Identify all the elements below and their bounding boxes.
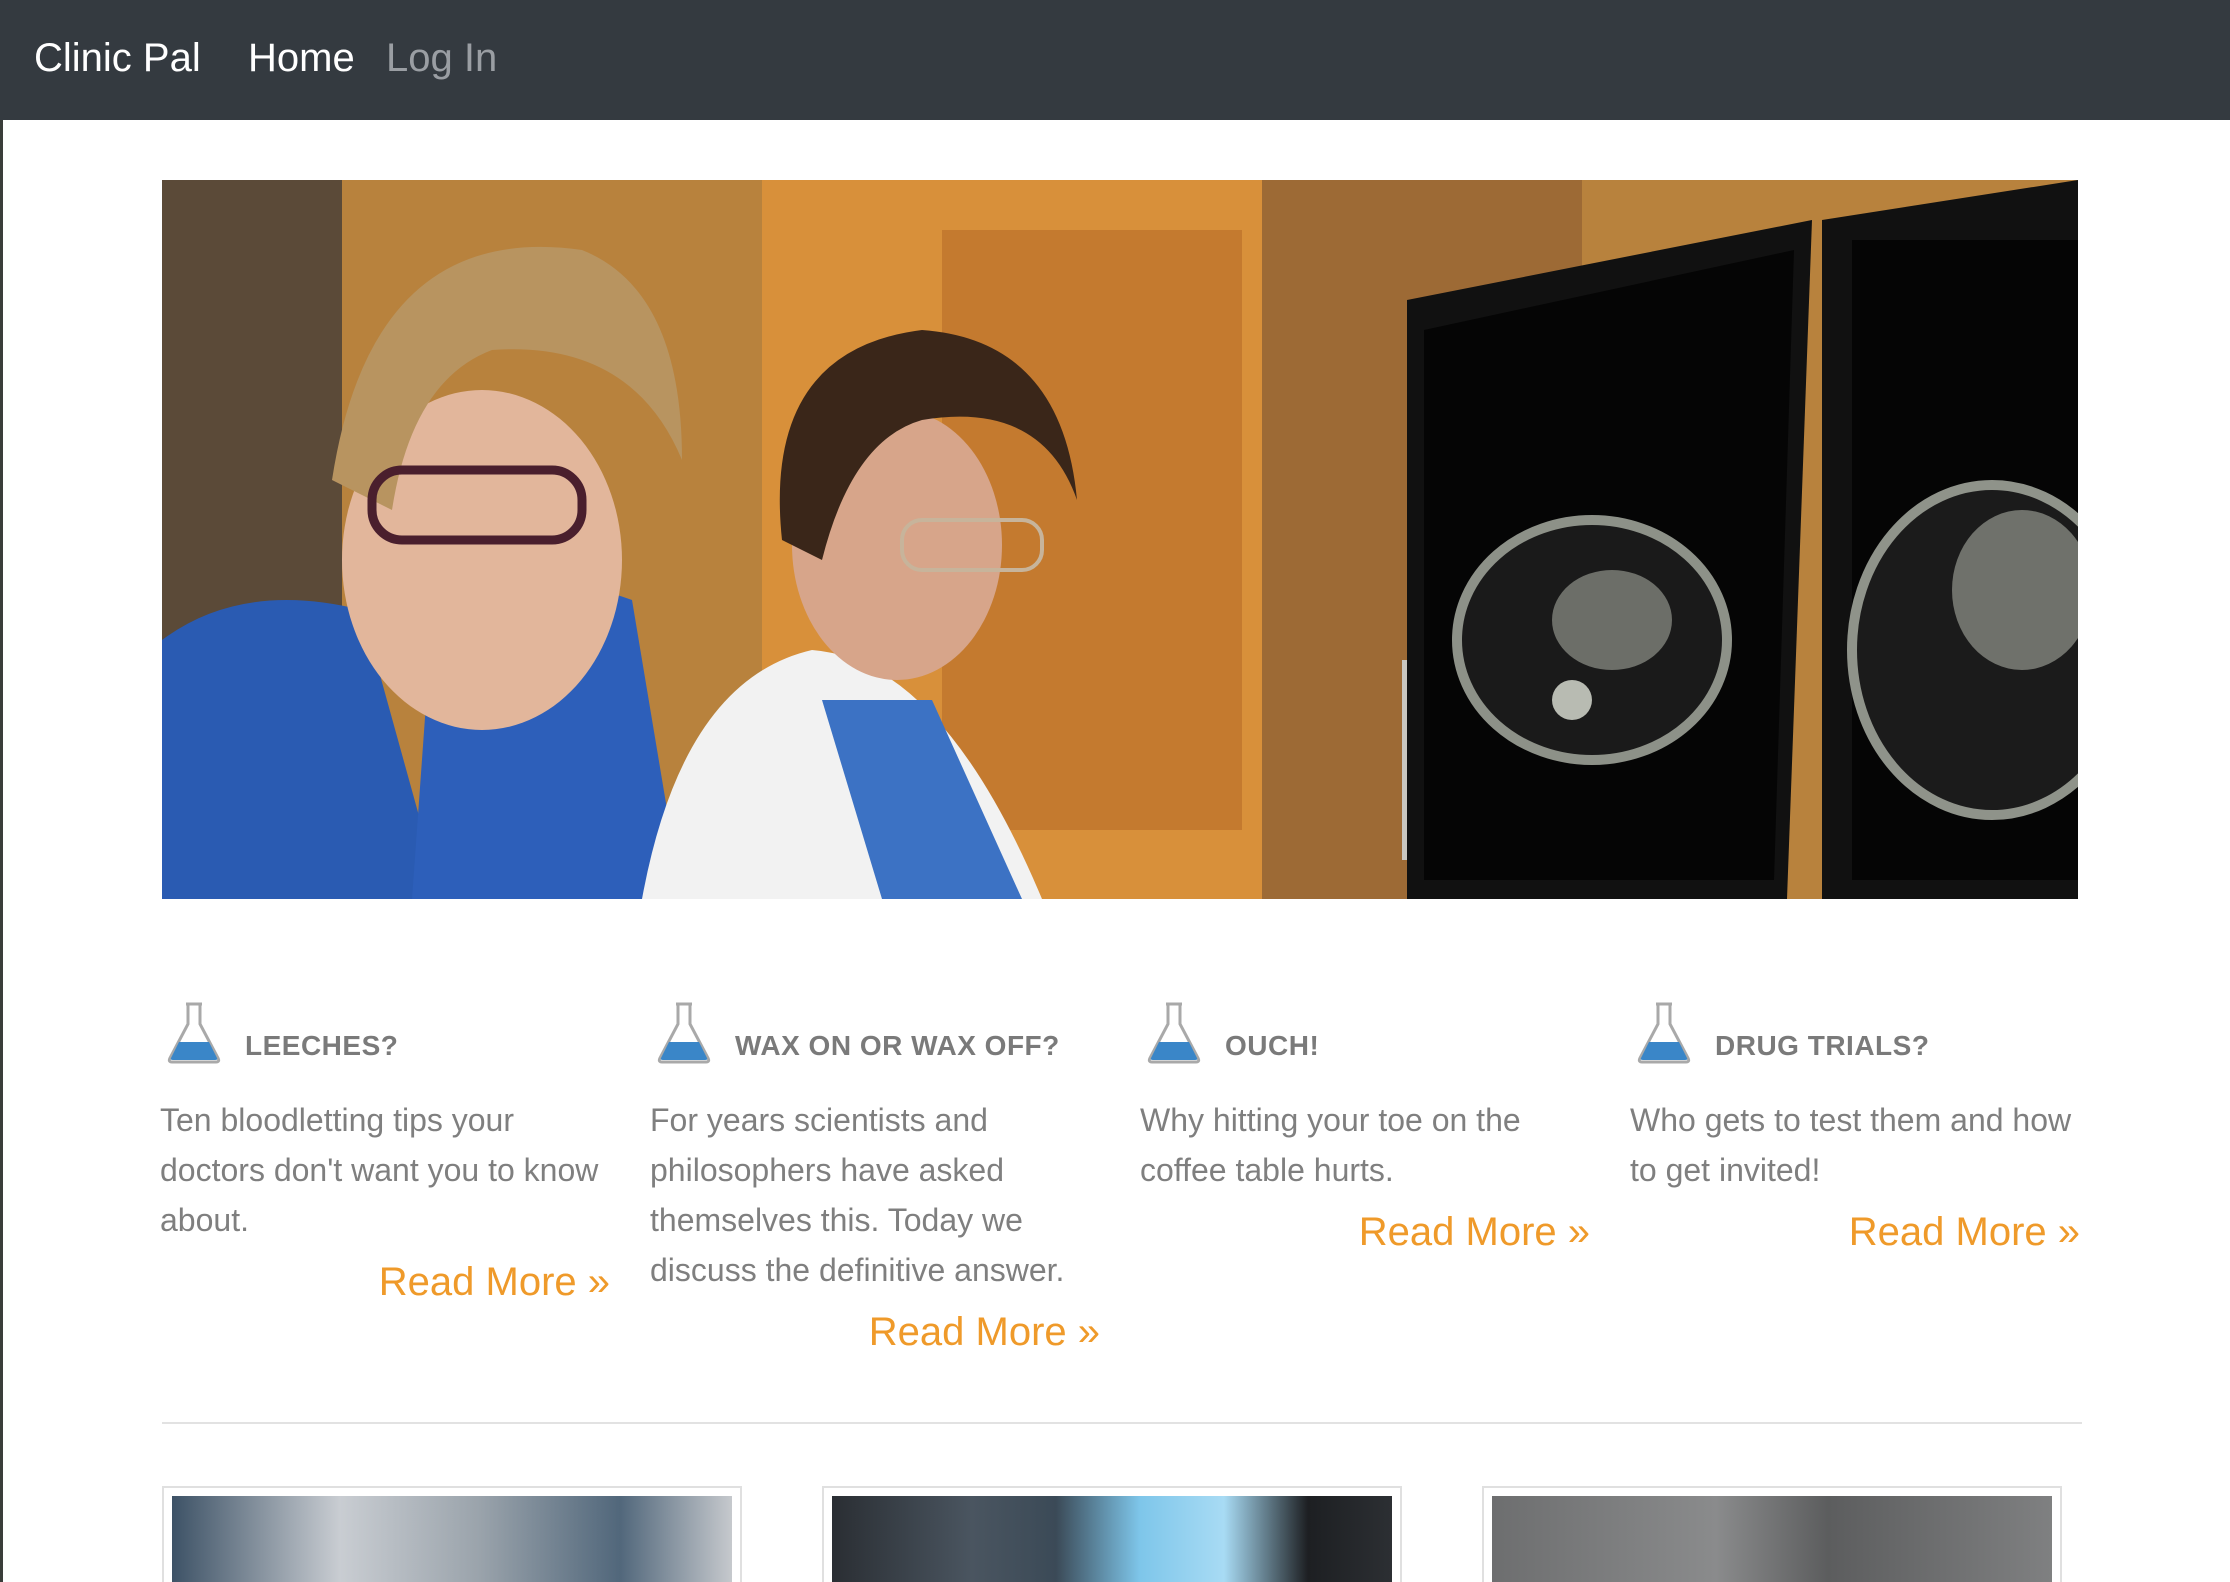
brand-link[interactable]: Clinic Pal (34, 30, 201, 86)
flask-icon (656, 1000, 712, 1064)
section-divider (162, 1422, 2082, 1424)
thumbnail-image (172, 1496, 732, 1582)
thumbnail-image (1492, 1496, 2052, 1582)
feature-leeches: LEECHES? Ten bloodletting tips your doct… (160, 1000, 610, 1307)
feature-wax: WAX ON OR WAX OFF? For years scientists … (650, 1000, 1100, 1357)
feature-text: Who gets to test them and how to get inv… (1630, 1102, 2072, 1188)
hero-image (162, 180, 2078, 899)
feature-ouch: OUCH! Why hitting your toe on the coffee… (1140, 1000, 1590, 1257)
read-more-link[interactable]: Read More » (1140, 1207, 1590, 1257)
flask-icon (1636, 1000, 1692, 1064)
nav-home-link[interactable]: Home (248, 30, 355, 86)
navbar: Clinic Pal Home Log In (0, 0, 2230, 120)
thumbnail-card[interactable] (822, 1486, 1402, 1582)
thumbnail-card[interactable] (162, 1486, 742, 1582)
feature-title: LEECHES? (245, 1030, 399, 1061)
feature-text: For years scientists and philosophers ha… (650, 1102, 1065, 1288)
read-more-link[interactable]: Read More » (160, 1257, 610, 1307)
flask-icon (166, 1000, 222, 1064)
flask-icon (1146, 1000, 1202, 1064)
feature-text: Ten bloodletting tips your doctors don't… (160, 1102, 599, 1238)
feature-drug-trials: DRUG TRIALS? Who gets to test them and h… (1630, 1000, 2080, 1257)
read-more-link[interactable]: Read More » (1630, 1207, 2080, 1257)
thumbnail-image (832, 1496, 1392, 1582)
feature-title: WAX ON OR WAX OFF? (735, 1030, 1060, 1061)
thumbnail-card[interactable] (1482, 1486, 2062, 1582)
read-more-link[interactable]: Read More » (650, 1307, 1100, 1357)
nav-login-link[interactable]: Log In (386, 30, 497, 86)
feature-text: Why hitting your toe on the coffee table… (1140, 1102, 1521, 1188)
feature-title: OUCH! (1225, 1030, 1320, 1061)
window-edge (0, 0, 3, 1582)
feature-title: DRUG TRIALS? (1715, 1030, 1930, 1061)
